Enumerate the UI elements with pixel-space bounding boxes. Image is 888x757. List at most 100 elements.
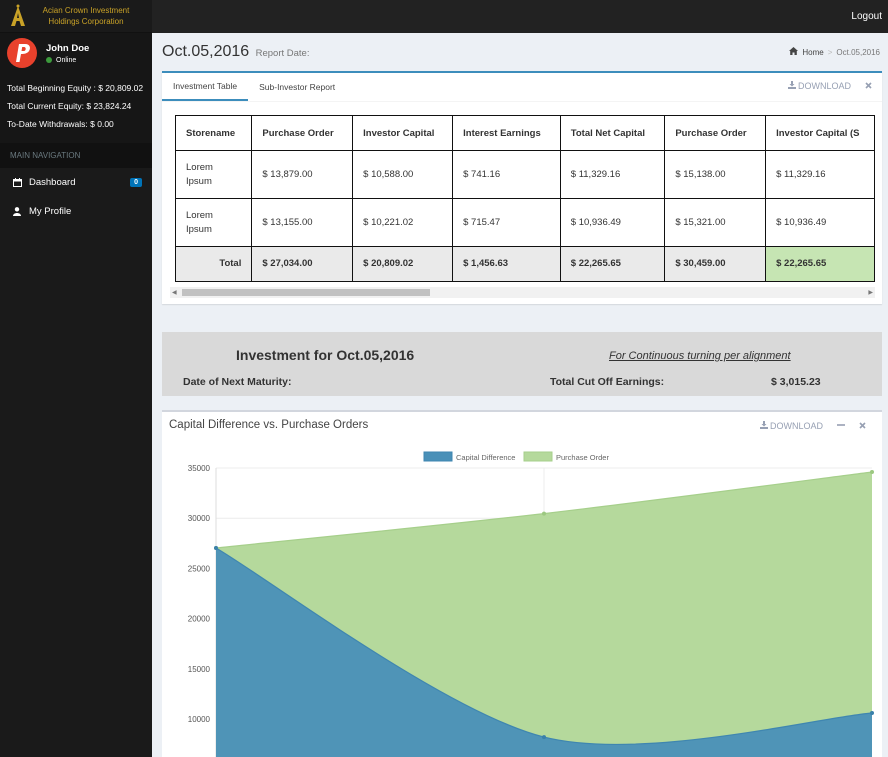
data-point [870, 470, 874, 475]
breadcrumb: Home > Oct.05,2016 [789, 47, 880, 57]
y-tick-label: 30000 [188, 514, 211, 523]
area-chart: 35000 30000 25000 20000 15000 10000 Capital Di… [188, 451, 874, 757]
sidebar-item-label: Dashboard [29, 177, 76, 188]
avatar [7, 38, 37, 68]
page-title: Oct.05,2016 Report Date: [162, 43, 310, 61]
y-tick-label: 35000 [188, 464, 211, 473]
legend-label: Purchase Order [556, 453, 609, 462]
table-cell: $ 13,155.00 [251, 198, 354, 247]
download-icon [787, 81, 796, 91]
sidebar-item-label: My Profile [29, 206, 72, 217]
legend-label: Capital Difference [456, 453, 515, 462]
user-status: Online [46, 57, 89, 64]
y-tick-label: 25000 [188, 564, 211, 573]
table-row: Lorem Ipsum $ 13,155.00 $ 10,221.02 $ 71… [175, 198, 875, 247]
table-cell: $ 22,265.65 [559, 246, 666, 282]
data-point [870, 710, 874, 715]
table-cell: $ 1,456.63 [452, 246, 561, 282]
column-header: Total Net Capital [559, 115, 666, 151]
investment-tab-box: Investment Table Sub-Investor Report DOW… [162, 71, 882, 304]
column-header: Purchase Order [664, 115, 767, 151]
table-cell: Lorem Ipsum [175, 198, 253, 247]
user-panel: John Doe Online [0, 33, 152, 73]
page-subtitle: Report Date: [255, 48, 310, 59]
scrollbar-thumb[interactable] [182, 289, 430, 296]
table-header-row: Storename Purchase Order Investor Capita… [175, 115, 875, 151]
dashboard-badge: 0 [130, 178, 142, 187]
current-equity: Total Current Equity: $ 23,824.24 [7, 101, 132, 111]
chart-box: Capital Difference vs. Purchase Orders D… [162, 410, 882, 757]
table-cell: $ 20,809.02 [352, 246, 454, 282]
summary-title: Investment for Oct.05,2016 [236, 347, 415, 363]
user-status-label: Online [56, 56, 77, 64]
brand-name: Acian Crown Investment Holdings Corporat… [42, 6, 130, 26]
collapse-icon[interactable] [837, 421, 845, 431]
horizontal-scrollbar[interactable]: ◀ ▶ [170, 287, 875, 298]
chart-title: Capital Difference vs. Purchase Orders [169, 419, 369, 431]
sidebar: Acian Crown Investment Holdings Corporat… [0, 0, 152, 757]
table-cell: $ 10,936.49 [559, 198, 666, 247]
scroll-left-icon[interactable]: ◀ [172, 289, 177, 296]
column-header: Purchase Order [251, 115, 354, 151]
column-header: Interest Earnings [452, 115, 561, 151]
breadcrumb-separator: > [827, 47, 833, 57]
table-cell: $ 11,329.16 [559, 150, 666, 199]
home-icon [789, 47, 799, 57]
download-button[interactable]: DOWNLOAD [787, 81, 851, 91]
table-cell: $ 10,221.02 [352, 198, 454, 247]
continuous-turning-link[interactable]: For Continuous turning per alignment [609, 350, 791, 362]
table-cell: $ 15,138.00 [664, 150, 767, 199]
online-status-icon [46, 57, 52, 63]
legend-swatch [423, 451, 453, 462]
table-cell: Total [175, 246, 253, 282]
sidebar-item-dashboard[interactable]: Dashboard 0 [0, 168, 152, 197]
y-tick-label: 20000 [188, 615, 211, 624]
calendar-icon [11, 178, 23, 187]
close-icon[interactable] [859, 421, 866, 431]
legend-swatch [523, 451, 553, 462]
tab-bar: Investment Table Sub-Investor Report DOW… [162, 73, 882, 102]
brand[interactable]: Acian Crown Investment Holdings Corporat… [0, 0, 152, 33]
scroll-right-icon[interactable]: ▶ [868, 289, 873, 296]
table-cell: $ 13,879.00 [251, 150, 354, 199]
chart-download-button[interactable]: DOWNLOAD [759, 421, 823, 431]
table-row: Lorem Ipsum $ 13,879.00 $ 10,588.00 $ 74… [175, 150, 875, 199]
data-point [214, 545, 218, 550]
breadcrumb-home[interactable]: Home [802, 48, 823, 57]
cutoff-earnings-value: $ 3,015.23 [771, 376, 821, 388]
table-cell: Lorem Ipsum [175, 150, 253, 199]
table-cell: $ 27,034.00 [251, 246, 354, 282]
table-cell: $ 11,329.16 [765, 150, 875, 199]
tab-investment-table[interactable]: Investment Table [162, 73, 249, 101]
logout-button[interactable]: Logout [851, 11, 882, 22]
investment-summary: Investment for Oct.05,2016 For Continuou… [162, 332, 882, 396]
data-point [542, 735, 546, 740]
table-cell: $ 22,265.65 [765, 246, 875, 282]
breadcrumb-current: Oct.05,2016 [836, 47, 880, 57]
table-total-row: Total $ 27,034.00 $ 20,809.02 $ 1,456.63… [175, 246, 875, 282]
topbar: Logout [152, 0, 888, 33]
table-cell: $ 30,459.00 [664, 246, 767, 282]
investment-table: Storename Purchase Order Investor Capita… [175, 115, 875, 282]
close-icon[interactable] [865, 81, 872, 91]
tab-sub-investor-report[interactable]: Sub-Investor Report [248, 73, 346, 101]
investment-table-wrapper[interactable]: Storename Purchase Order Investor Capita… [175, 115, 875, 283]
sidebar-item-my-profile[interactable]: My Profile [0, 197, 152, 226]
column-header: Storename [175, 115, 253, 151]
download-label: DOWNLOAD [797, 81, 851, 91]
y-tick-label: 10000 [188, 715, 211, 724]
user-icon [11, 207, 23, 216]
table-cell: $ 715.47 [452, 198, 561, 247]
equity-summary: Total Beginning Equity : $ 20,809.02 Tot… [0, 73, 152, 143]
download-label: DOWNLOAD [769, 421, 823, 431]
beginning-equity: Total Beginning Equity : $ 20,809.02 [7, 83, 144, 93]
table-cell: $ 15,321.00 [664, 198, 767, 247]
y-tick-label: 15000 [188, 665, 211, 674]
table-cell: $ 10,588.00 [352, 150, 454, 199]
nav-header: MAIN NAVIGATION [0, 143, 152, 168]
brand-logo-icon [0, 0, 36, 33]
download-icon [759, 421, 768, 431]
next-maturity-label: Date of Next Maturity: [183, 376, 292, 388]
cutoff-earnings-label: Total Cut Off Earnings: [550, 376, 665, 388]
user-name: John Doe [46, 42, 90, 54]
